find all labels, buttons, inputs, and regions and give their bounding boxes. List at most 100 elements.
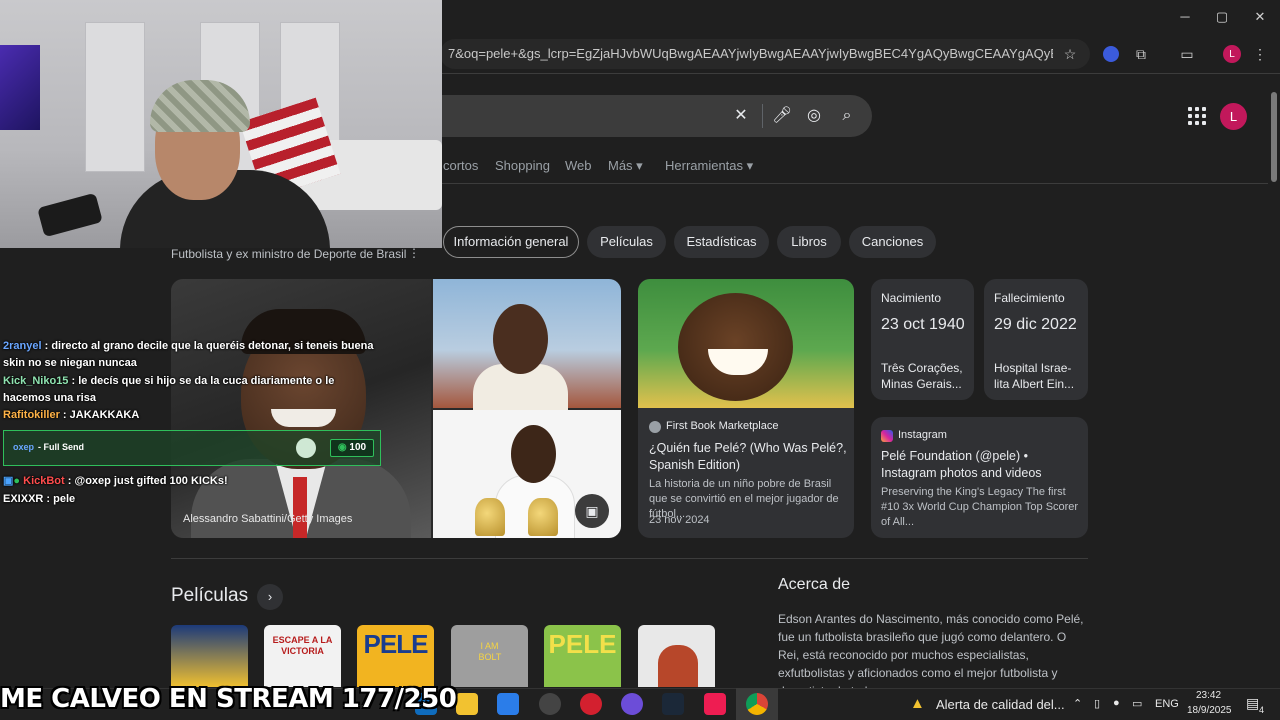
instagram-icon <box>881 430 893 442</box>
clock-date[interactable]: 18/9/2025 <box>1187 705 1232 716</box>
notification-text[interactable]: Alerta de calidad del... <box>936 697 1065 712</box>
chat-username: 2ranyel <box>3 340 42 352</box>
birth-date: 23 oct 1940 <box>881 316 965 333</box>
book-date: 23 nov 2024 <box>649 514 710 526</box>
book-card[interactable]: First Book Marketplace ¿Quién fue Pelé? … <box>638 279 854 538</box>
chat-username: Rafitokiller <box>3 409 60 421</box>
chat-username: KickBot <box>23 475 65 487</box>
chat-text: directo al grano decile que la queréis d… <box>3 340 374 369</box>
warning-icon[interactable]: ▲ <box>910 695 925 712</box>
webcam-overlay <box>0 0 442 248</box>
image-search-icon[interactable]: ▣ <box>575 494 609 528</box>
verified-icon: ● <box>13 475 21 487</box>
tab-shopping[interactable]: Shopping <box>495 158 550 173</box>
movie-poster[interactable]: PELE <box>544 625 621 687</box>
tray-device-icon[interactable]: ▯ <box>1094 697 1100 710</box>
chip-libros[interactable]: Libros <box>777 226 841 258</box>
chat-message: Rafitokiller : JAKAKKAKA <box>3 409 140 421</box>
notifications-icon[interactable]: ▤ <box>1246 695 1259 712</box>
birth-label: Nacimiento <box>881 291 942 305</box>
tiktok-icon[interactable] <box>704 693 726 715</box>
movie-poster[interactable] <box>638 625 715 687</box>
minimize-button[interactable]: ─ <box>1170 6 1200 28</box>
chat-username: Kick_Niko15 <box>3 375 69 387</box>
birth-card[interactable]: Nacimiento 23 oct 1940 Três Corações, Mi… <box>871 279 974 400</box>
tray-chevron-up-icon[interactable]: ⌃ <box>1073 697 1082 710</box>
tray-mic-icon[interactable]: ● <box>1113 697 1120 709</box>
instagram-title[interactable]: Pelé Foundation (@pele) • Instagram phot… <box>881 448 1081 482</box>
scrollbar-thumb[interactable] <box>1271 92 1277 182</box>
account-avatar[interactable]: L <box>1220 103 1247 130</box>
close-window-button[interactable]: ✕ <box>1245 6 1275 28</box>
chat-text: @oxep just gifted 100 KICKs! <box>74 475 228 487</box>
discord-icon[interactable] <box>621 693 643 715</box>
book-cover-image <box>638 279 854 408</box>
chrome-icon[interactable] <box>746 693 768 715</box>
movie-poster[interactable]: PELE <box>357 625 434 687</box>
kick-badge-icon: ▣ <box>3 475 14 487</box>
browser-menu-icon[interactable]: ⋮ <box>1250 44 1270 64</box>
source-globe-icon <box>649 421 661 433</box>
extensions-puzzle-icon[interactable]: ⧉ <box>1131 44 1151 64</box>
tab-herramientas[interactable]: Herramientas ▾ <box>665 158 753 174</box>
birth-place: Três Corações, Minas Gerais... <box>881 361 963 391</box>
opera-icon[interactable] <box>580 693 602 715</box>
poster-title: ESCAPE A LA VICTORIA <box>272 635 333 656</box>
google-apps-icon[interactable] <box>1188 107 1206 125</box>
main-portrait-image[interactable]: Alessandro Sabattini/Getty Images <box>171 279 431 538</box>
movie-poster[interactable]: ESCAPE A LA VICTORIA <box>264 625 341 687</box>
chip-estadisticas[interactable]: Estadísticas <box>674 226 769 258</box>
gift-alert: oxep - Full Send ◉ 100 <box>3 430 381 466</box>
store-icon[interactable] <box>497 693 519 715</box>
chip-canciones[interactable]: Canciones <box>849 226 936 258</box>
movie-poster[interactable] <box>171 625 248 687</box>
movie-poster[interactable]: I AM BOLT <box>451 625 528 687</box>
clock-time[interactable]: 23:42 <box>1196 690 1221 701</box>
instagram-card[interactable]: Instagram Pelé Foundation (@pele) • Inst… <box>871 417 1088 538</box>
notifications-count: 4 <box>1259 705 1265 715</box>
poster-title: PELE <box>548 629 617 659</box>
image-mosaic[interactable]: Alessandro Sabattini/Getty Images ▣ <box>171 279 621 538</box>
death-label: Fallecimiento <box>994 291 1065 305</box>
book-title[interactable]: ¿Quién fue Pelé? (Who Was Pelé?, Spanish… <box>649 440 847 474</box>
extension-badge-icon[interactable] <box>1101 44 1121 64</box>
steam-icon[interactable] <box>662 693 684 715</box>
tab-web[interactable]: Web <box>565 158 592 173</box>
microphone-icon[interactable]: 🎤︎ <box>772 106 792 126</box>
search-divider <box>762 104 763 128</box>
cast-icon[interactable]: ▭ <box>1177 44 1197 64</box>
file-explorer-icon[interactable] <box>456 693 478 715</box>
death-card[interactable]: Fallecimiento 29 dic 2022 Hospital Israe… <box>984 279 1088 400</box>
language-indicator[interactable]: ENG <box>1155 698 1179 710</box>
tab-mas[interactable]: Más ▾ <box>608 158 643 174</box>
stadium-photo[interactable] <box>433 279 621 414</box>
capture-icon[interactable] <box>539 693 561 715</box>
gift-text: - Full Send <box>38 442 84 452</box>
maximize-button[interactable]: ▢ <box>1207 6 1237 28</box>
search-icon[interactable]: ⌕ <box>837 106 857 126</box>
instagram-source: Instagram <box>898 429 947 441</box>
tab-cortos[interactable]: cortos <box>443 158 478 173</box>
more-options-icon[interactable]: ⋮ <box>408 246 420 260</box>
chat-message: 2ranyel : directo al grano decile que la… <box>3 340 374 369</box>
chat-message: EXIXXR : pele <box>3 493 76 505</box>
url-text[interactable]: 7&oq=pele+&gs_lcrp=EgZjaHJvbWUqBwgAEAAYj… <box>448 46 1053 61</box>
chat-message: ▣● KickBot : @oxep just gifted 100 KICKs… <box>3 475 228 487</box>
clear-search-icon[interactable]: ✕ <box>731 106 751 126</box>
chevron-right-icon[interactable]: › <box>257 584 283 610</box>
chat-message: Kick_Niko15 : le decís que si hijo se da… <box>3 375 335 404</box>
chip-informacion-general[interactable]: Información general <box>443 226 579 258</box>
gift-shirt-icon <box>296 438 316 458</box>
screen: ─ ▢ ✕ 7&oq=pele+&gs_lcrp=EgZjaHJvbWUqBwg… <box>0 0 1280 720</box>
image-credit: Alessandro Sabattini/Getty Images <box>183 513 353 525</box>
movies-heading[interactable]: Películas <box>171 585 248 607</box>
profile-button[interactable]: L <box>1222 44 1242 64</box>
bookmark-star-icon[interactable]: ☆ <box>1060 44 1080 64</box>
stream-ticker: ME CALVEO EN STREAM 177/250 <box>0 684 457 714</box>
tray-network-icon[interactable]: ▭ <box>1132 697 1142 710</box>
lens-camera-icon[interactable]: ◎ <box>804 106 824 126</box>
about-heading: Acerca de <box>778 576 851 593</box>
chip-peliculas[interactable]: Películas <box>587 226 666 258</box>
gift-user: oxep <box>13 442 35 452</box>
poster-title: I AM BOLT <box>478 641 502 662</box>
